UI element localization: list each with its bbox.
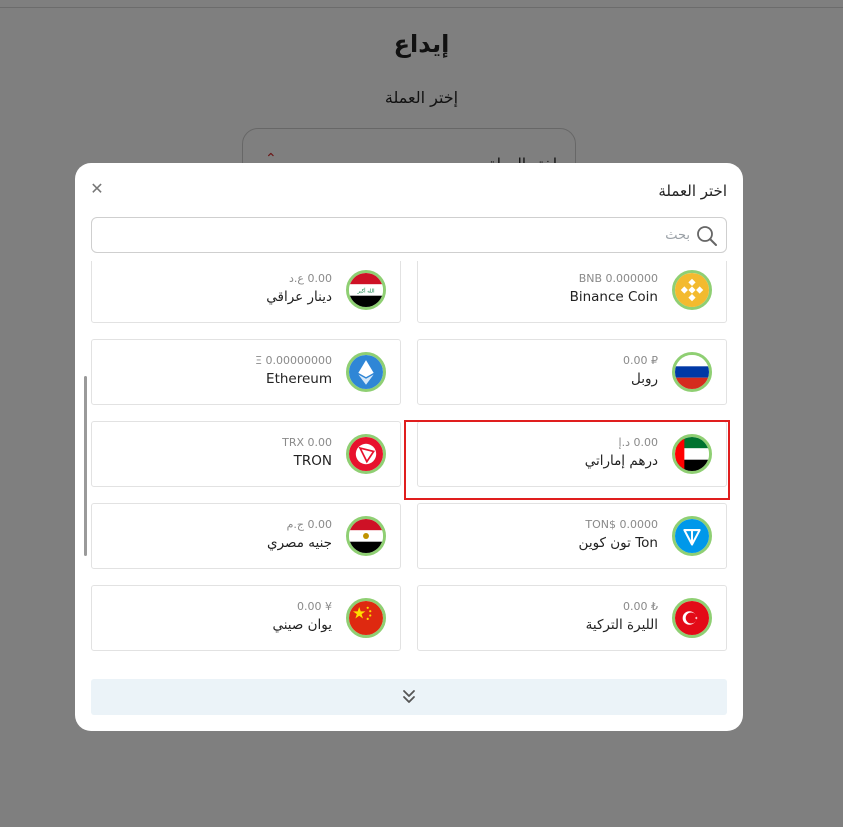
china-flag-icon [346,598,386,638]
uae-flag-icon [672,434,712,474]
currency-name: جنيه مصري [267,535,332,551]
currency-amount: TRX 0.00 [282,436,332,449]
currency-name: درهم إماراتي [584,453,658,469]
currency-name: دينار عراقي [266,289,332,305]
currency-name: روبل [630,371,658,387]
currency-card-egyptian-pound[interactable]: 0.00 ج.م جنيه مصري [91,503,401,569]
currency-card-binance-coin[interactable]: BNB 0.000000 Binance Coin [417,261,727,323]
currency-modal: اختر العملة ✕ الله أكبر 0.00 ع.د دينار ع… [75,163,743,731]
binance-coin-icon [672,270,712,310]
currency-card-chinese-yuan[interactable]: ¥ 0.00 يوان صيني [91,585,401,651]
search-input[interactable] [130,218,690,252]
currency-amount: Ξ 0.00000000 [255,354,332,367]
egypt-flag-icon [346,516,386,556]
currency-amount: ₽ 0.00 [623,354,658,367]
ton-coin-icon [672,516,712,556]
currency-card-ton-coin[interactable]: TON$ 0.0000 Ton تون كوين [417,503,727,569]
turkey-flag-icon [672,598,712,638]
currency-card-ethereum[interactable]: Ξ 0.00000000 Ethereum [91,339,401,405]
currency-name: يوان صيني [272,617,332,633]
load-more-button[interactable] [91,679,727,715]
currency-name: Ethereum [266,371,332,387]
ethereum-icon [346,352,386,392]
currency-card-tron[interactable]: TRX 0.00 TRON [91,421,401,487]
iraq-flag-icon: الله أكبر [346,270,386,310]
modal-title: اختر العملة [658,182,727,200]
russia-flag-icon [672,352,712,392]
currency-amount: ¥ 0.00 [297,600,332,613]
currency-name: TRON [293,453,332,469]
currency-name: Binance Coin [569,289,658,305]
currency-name: Ton تون كوين [578,535,658,551]
currency-amount: ₺ 0.00 [623,600,658,613]
svg-text:الله أكبر: الله أكبر [356,288,374,295]
double-chevron-down-icon [403,690,415,703]
close-icon[interactable]: ✕ [89,181,105,197]
currency-amount: 0.00 ج.م [286,518,332,531]
currency-card-ruble[interactable]: ₽ 0.00 روبل [417,339,727,405]
scrollbar[interactable] [84,376,87,556]
currency-amount: TON$ 0.0000 [585,518,658,531]
currency-card-iraqi-dinar[interactable]: الله أكبر 0.00 ع.د دينار عراقي [91,261,401,323]
tron-icon [346,434,386,474]
currency-card-uae-dirham[interactable]: 0.00 د.إ درهم إماراتي [417,421,727,487]
search-icon [697,226,717,246]
search-box [91,217,727,253]
currency-amount: 0.00 ع.د [289,272,332,285]
currency-list[interactable]: الله أكبر 0.00 ع.د دينار عراقي BNB 0.000… [75,261,743,659]
currency-card-turkish-lira[interactable]: ₺ 0.00 الليرة التركية [417,585,727,651]
currency-amount: 0.00 د.إ [618,436,658,449]
currency-name: الليرة التركية [585,617,658,633]
currency-amount: BNB 0.000000 [578,272,658,285]
